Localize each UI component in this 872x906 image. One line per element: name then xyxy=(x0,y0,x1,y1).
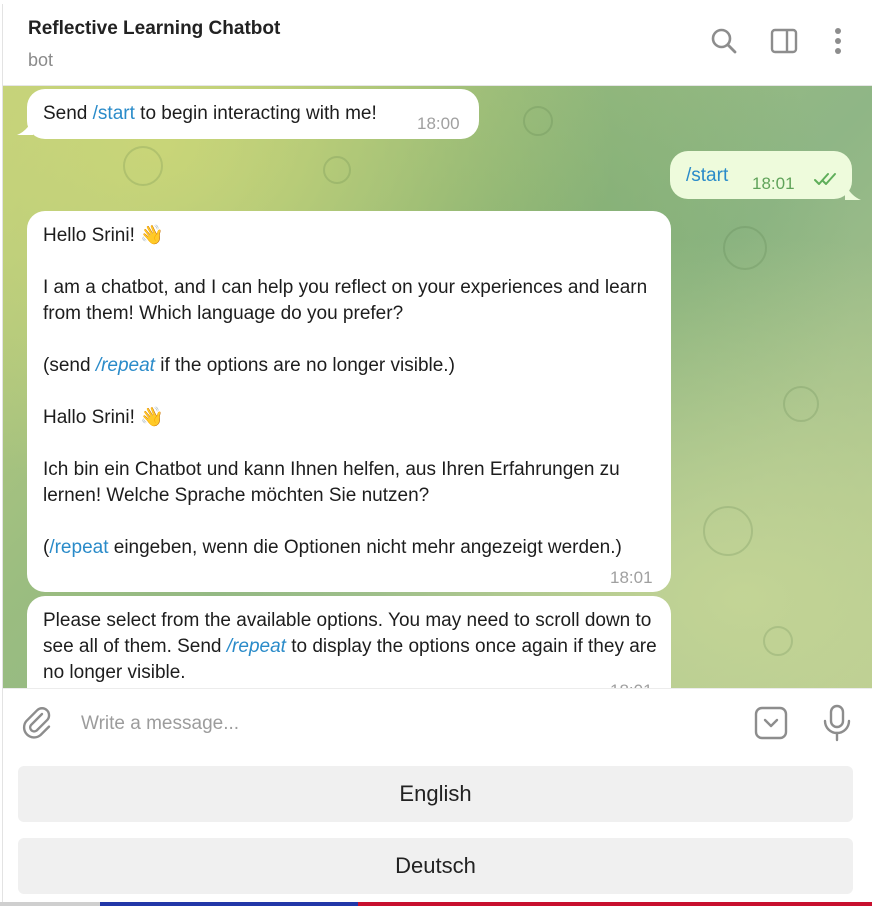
message-input[interactable] xyxy=(81,711,741,737)
greeting-en: Hello Srini! 👋 xyxy=(43,225,164,246)
attach-button[interactable] xyxy=(19,703,59,743)
microphone-icon xyxy=(823,704,851,742)
incoming-message[interactable]: Send /start to begin interacting with me… xyxy=(27,89,479,139)
wallpaper-doodle xyxy=(523,106,553,136)
message-composer xyxy=(3,688,872,754)
message-time: 18:01 xyxy=(610,678,653,688)
incoming-message[interactable]: Hello Srini! 👋 I am a chatbot, and I can… xyxy=(27,211,671,592)
wallpaper-doodle xyxy=(783,386,819,422)
message-text: Send /start to begin interacting with me… xyxy=(43,103,377,124)
search-icon xyxy=(711,28,737,54)
command-link[interactable]: /repeat xyxy=(49,537,108,558)
command-link[interactable]: /start xyxy=(93,103,135,124)
incoming-message[interactable]: Please select from the available options… xyxy=(27,596,671,688)
bot-keyboard-icon xyxy=(754,706,788,740)
attach-icon xyxy=(22,707,51,739)
wallpaper-doodle xyxy=(323,156,351,184)
message-text: /start xyxy=(686,165,729,186)
message-time: 18:01 xyxy=(610,568,653,587)
wallpaper-doodle xyxy=(123,146,163,186)
more-menu-button[interactable] xyxy=(821,24,855,58)
sidebar-toggle-button[interactable] xyxy=(767,24,801,58)
wallpaper-doodle xyxy=(703,506,753,556)
repeat-hint-de: (/repeat eingeben, wenn die Optionen nic… xyxy=(43,537,622,558)
message-text: Please select from the available options… xyxy=(43,610,657,683)
double-check-icon xyxy=(814,173,836,185)
search-button[interactable] xyxy=(707,24,741,58)
taskbar-strip xyxy=(0,902,100,906)
message-time: 18:00 xyxy=(417,114,460,133)
intro-en: I am a chatbot, and I can help you refle… xyxy=(43,277,648,324)
message-time: 18:01 xyxy=(752,174,795,193)
taskbar-strip xyxy=(358,902,872,906)
taskbar-strip xyxy=(100,902,358,906)
greeting-de: Hallo Srini! 👋 xyxy=(43,407,164,428)
bot-keyboard-button[interactable] xyxy=(751,703,791,743)
repeat-hint-en: (send /repeat if the options are no long… xyxy=(43,355,455,376)
wallpaper-doodle xyxy=(763,626,793,656)
keyboard-button-deutsch[interactable]: Deutsch xyxy=(18,838,853,894)
message-text: Hello Srini! 👋 I am a chatbot, and I can… xyxy=(43,223,663,561)
intro-de: Ich bin ein Chatbot und kann Ihnen helfe… xyxy=(43,459,620,506)
more-menu-icon xyxy=(835,28,841,54)
voice-message-button[interactable] xyxy=(817,703,857,743)
chat-window: Reflective Learning Chatbot bot Send /st… xyxy=(2,4,872,906)
command-link[interactable]: /repeat xyxy=(96,355,155,376)
chat-subtitle: bot xyxy=(28,50,54,70)
outgoing-message[interactable]: /start 18:01 xyxy=(670,151,852,199)
keyboard-button-english[interactable]: English xyxy=(18,766,853,822)
command-link[interactable]: /repeat xyxy=(227,636,286,657)
chat-header: Reflective Learning Chatbot bot xyxy=(3,4,872,86)
wallpaper-doodle xyxy=(723,226,767,270)
message-list[interactable]: Send /start to begin interacting with me… xyxy=(3,86,872,688)
chat-title[interactable]: Reflective Learning Chatbot xyxy=(28,18,280,40)
sidebar-toggle-icon xyxy=(770,28,798,54)
